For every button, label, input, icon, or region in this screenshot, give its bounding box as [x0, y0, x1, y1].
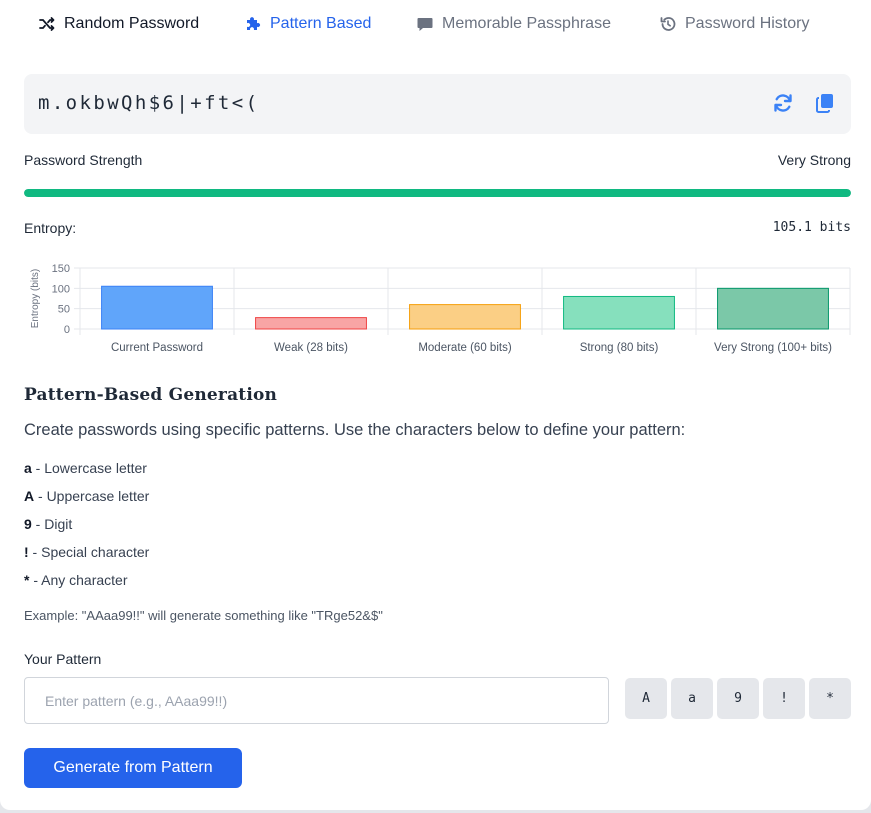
tab-label: Memorable Passphrase [442, 15, 611, 32]
pattern-legend-item: ! - Special character [24, 544, 149, 560]
x-tick-label: Weak (28 bits) [274, 342, 348, 354]
x-tick-label: Strong (80 bits) [580, 342, 659, 354]
x-tick-label: Moderate (60 bits) [418, 342, 511, 354]
pattern-field-label: Your Pattern [24, 651, 102, 667]
tab-bar: Random Password Pattern Based Memorable … [0, 0, 871, 46]
section-title: Pattern-Based Generation [24, 385, 278, 405]
pattern-legend-item: A - Uppercase letter [24, 488, 149, 504]
tab-password-history[interactable]: Password History [659, 12, 809, 36]
chart-bar [563, 295, 675, 330]
tab-label: Password History [685, 15, 810, 32]
generate-from-pattern-button[interactable]: Generate from Pattern [24, 748, 242, 788]
entropy-value: 105.1 bits [772, 220, 851, 235]
legend-key: a [24, 460, 32, 476]
pattern-legend-item: 9 - Digit [24, 516, 72, 532]
insert-uppercase-button[interactable]: A [625, 678, 667, 719]
legend-text: - Any character [29, 572, 128, 588]
comment-icon [416, 15, 434, 33]
chart-bar [255, 317, 367, 330]
tab-memorable-passphrase[interactable]: Memorable Passphrase [416, 12, 611, 36]
copy-icon [816, 94, 833, 113]
strength-value: Very Strong [777, 152, 851, 168]
password-display: m.okbwQh$6|+ft<( [24, 74, 851, 134]
shuffle-icon [38, 15, 56, 33]
tab-random-password[interactable]: Random Password [38, 12, 199, 36]
y-tick-label: 0 [64, 324, 70, 336]
refresh-icon [774, 94, 792, 112]
history-icon [659, 15, 677, 33]
insert-lowercase-button[interactable]: a [671, 678, 713, 719]
legend-text: - Lowercase letter [31, 460, 147, 476]
entropy-chart: 0 50 100 150 Entropy (bits) Current Password W… [30, 263, 851, 354]
generated-password: m.okbwQh$6|+ft<( [38, 92, 260, 114]
legend-text: - Digit [31, 516, 73, 532]
section-description: Create passwords using specific patterns… [24, 421, 686, 439]
strength-meter [24, 189, 851, 197]
strength-meter-fill [24, 189, 851, 197]
insert-special-button[interactable]: ! [763, 678, 805, 719]
strength-label: Password Strength [24, 152, 143, 168]
legend-key: A [24, 488, 35, 504]
puzzle-icon [244, 15, 262, 33]
pattern-legend-item: a - Lowercase letter [24, 460, 147, 476]
insert-any-button[interactable]: * [809, 678, 851, 719]
chart-bar [717, 287, 829, 330]
copy-button[interactable] [813, 91, 837, 115]
tab-pattern-based[interactable]: Pattern Based [244, 12, 371, 36]
pattern-legend-item: * - Any character [24, 572, 128, 588]
pattern-example: Example: "AAaa99!!" will generate someth… [24, 608, 383, 623]
insert-digit-button[interactable]: 9 [717, 678, 759, 719]
chart-bar [101, 285, 213, 330]
legend-key: 9 [24, 516, 32, 532]
y-axis-label: Entropy (bits) [30, 269, 41, 328]
x-tick-label: Current Password [111, 342, 203, 354]
pattern-input[interactable] [24, 677, 609, 724]
y-tick-label: 50 [58, 304, 70, 316]
y-tick-label: 100 [52, 283, 70, 295]
tab-label: Pattern Based [270, 15, 372, 32]
refresh-button[interactable] [771, 91, 795, 115]
chart-bar [409, 304, 521, 330]
legend-text: - Uppercase letter [34, 488, 150, 504]
entropy-label: Entropy: [24, 220, 77, 236]
tab-label: Random Password [64, 15, 200, 32]
legend-text: - Special character [28, 544, 150, 560]
y-tick-label: 150 [52, 263, 70, 275]
generator-card: Random Password Pattern Based Memorable … [0, 0, 871, 810]
x-tick-label: Very Strong (100+ bits) [714, 342, 832, 354]
